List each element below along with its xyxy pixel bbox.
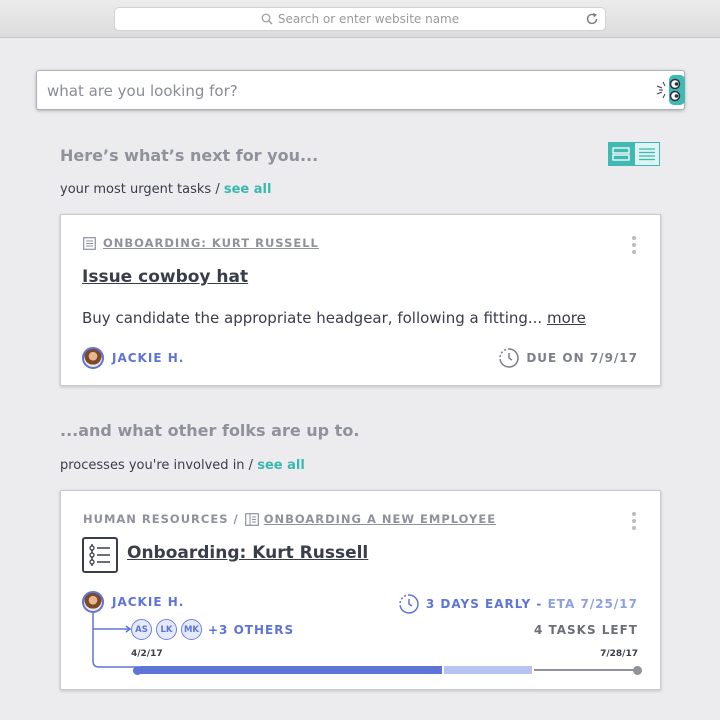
- template-icon: [244, 512, 259, 526]
- task-assignee[interactable]: JACKIE H.: [82, 347, 184, 369]
- processes-label: processes you're involved in /: [60, 458, 254, 473]
- progress-completed: [137, 666, 442, 674]
- search-box: [36, 70, 685, 110]
- participant-avatar: LK: [156, 619, 177, 640]
- avatar: [82, 347, 104, 369]
- search-input[interactable]: [47, 79, 647, 103]
- reload-icon[interactable]: [585, 12, 599, 26]
- task-card[interactable]: ONBOARDING: KURT RUSSELL Issue cowboy ha…: [60, 214, 661, 386]
- start-date: 4/2/17: [131, 649, 163, 659]
- participants[interactable]: AS LK MK +3 OTHERS: [131, 619, 294, 640]
- urgent-tasks-label: your most urgent tasks /: [60, 182, 220, 197]
- progress-timeline: [133, 665, 642, 675]
- see-all-processes-link[interactable]: see all: [257, 458, 305, 473]
- see-all-tasks-link[interactable]: see all: [224, 182, 272, 197]
- checklist-icon: [82, 537, 118, 573]
- browser-toolbar: Search or enter website name: [0, 0, 720, 38]
- avatar: [82, 591, 104, 613]
- process-breadcrumb: HUMAN RESOURCES / ONBOARDING A NEW EMPLO…: [83, 512, 496, 526]
- start-marker: [133, 665, 142, 675]
- checklist-icon: [83, 236, 96, 250]
- eta-text: ETA 7/25/17: [547, 597, 638, 611]
- robot-mascot-icon[interactable]: [655, 74, 685, 106]
- participant-avatar: AS: [131, 619, 152, 640]
- address-placeholder: Search or enter website name: [277, 12, 460, 26]
- schedule-status: 3 DAYS EARLY - ETA 7/25/17: [398, 593, 638, 615]
- department-label: HUMAN RESOURCES /: [83, 512, 239, 526]
- task-description-text: Buy candidate the appropriate headgear, …: [82, 309, 543, 327]
- end-marker: [633, 665, 642, 675]
- view-toggle: [608, 142, 660, 166]
- task-description: Buy candidate the appropriate headgear, …: [82, 309, 586, 327]
- kebab-menu-icon[interactable]: [632, 512, 636, 533]
- search-icon: [261, 13, 273, 25]
- more-link[interactable]: more: [547, 309, 586, 327]
- participant-avatar: MK: [181, 619, 202, 640]
- address-bar[interactable]: Search or enter website name: [114, 7, 606, 31]
- others-subheading: processes you're involved in / see all: [60, 458, 305, 473]
- process-owner[interactable]: JACKIE H.: [82, 591, 184, 613]
- task-process-link[interactable]: ONBOARDING: KURT RUSSELL: [103, 236, 319, 250]
- list-view-icon[interactable]: [634, 142, 660, 166]
- next-heading: Here’s what’s next for you...: [60, 146, 319, 165]
- clock-icon: [499, 348, 520, 368]
- tasks-left: 4 TASKS LEFT: [533, 623, 638, 637]
- due-date-text: DUE ON 7/9/17: [526, 351, 638, 365]
- status-text: 3 DAYS EARLY -: [425, 597, 543, 611]
- progress-eta: [444, 666, 532, 674]
- progress-remaining: [534, 669, 637, 671]
- template-link[interactable]: ONBOARDING A NEW EMPLOYEE: [264, 512, 496, 526]
- process-title[interactable]: Onboarding: Kurt Russell: [127, 543, 368, 563]
- kebab-menu-icon[interactable]: [632, 236, 636, 257]
- due-date: DUE ON 7/9/17: [498, 347, 638, 369]
- card-view-icon[interactable]: [608, 142, 634, 166]
- task-breadcrumb: ONBOARDING: KURT RUSSELL: [83, 236, 319, 250]
- process-card[interactable]: HUMAN RESOURCES / ONBOARDING A NEW EMPLO…: [60, 490, 661, 690]
- clock-icon: [399, 594, 419, 614]
- task-title[interactable]: Issue cowboy hat: [82, 267, 248, 287]
- owner-name: JACKIE H.: [112, 595, 185, 609]
- assignee-name: JACKIE H.: [112, 351, 185, 365]
- end-date: 7/28/17: [600, 649, 638, 659]
- next-subheading: your most urgent tasks / see all: [60, 182, 271, 197]
- others-heading: ...and what other folks are up to.: [60, 421, 360, 440]
- others-count: +3 OTHERS: [208, 622, 295, 637]
